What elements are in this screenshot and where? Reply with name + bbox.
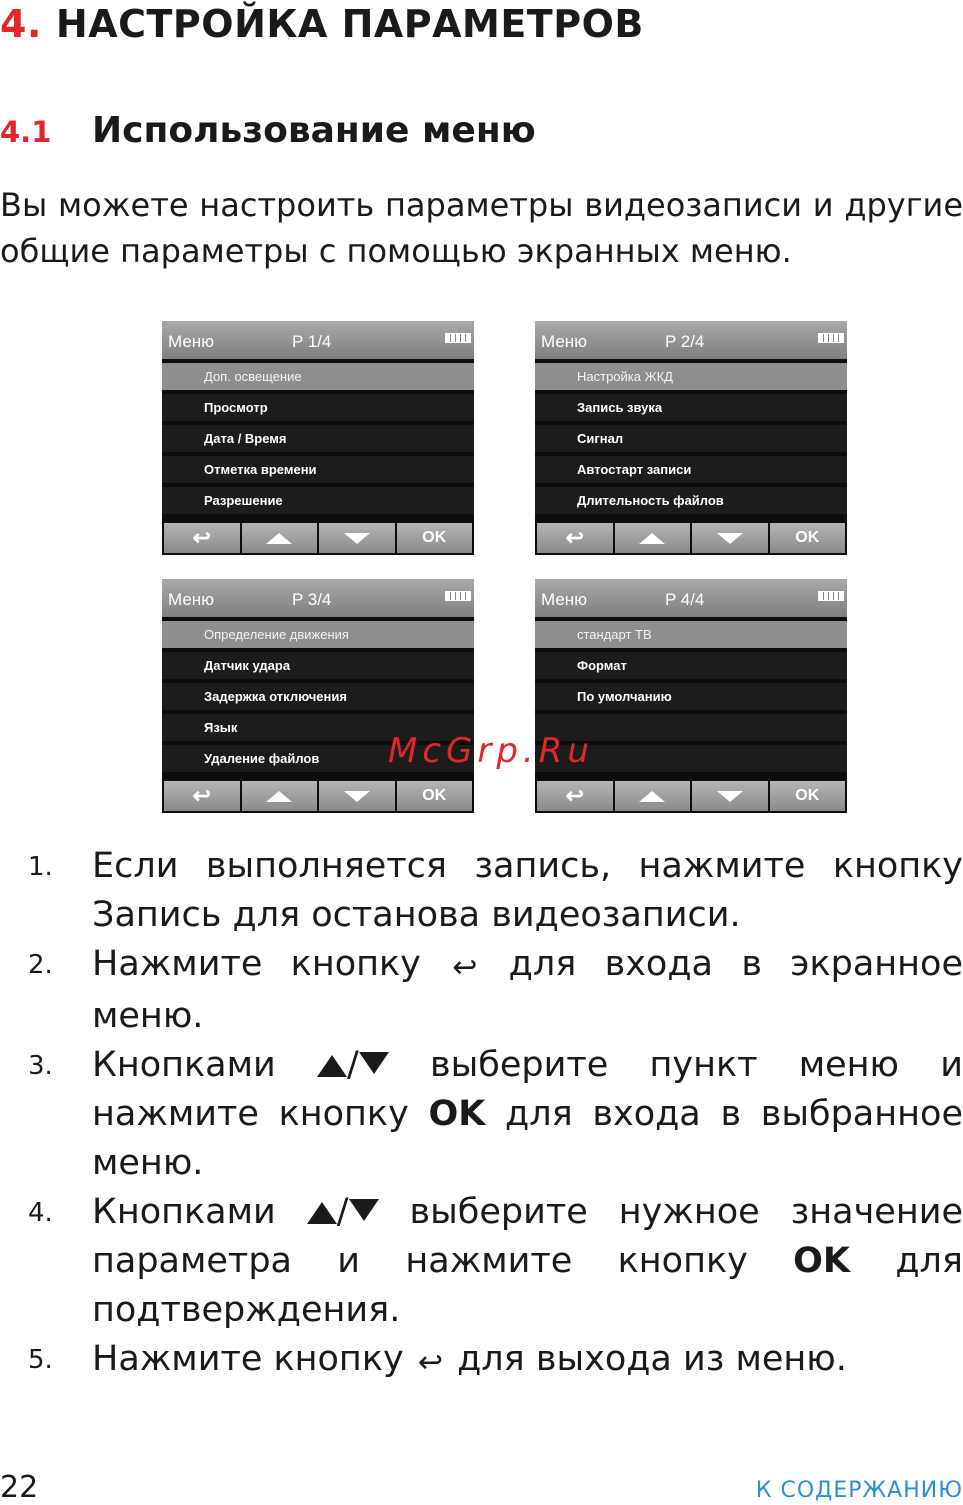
step-item: 1. Если выполняется запись, нажмите кноп… bbox=[0, 842, 963, 940]
screen-page: P 3/4 bbox=[292, 590, 332, 609]
up-button bbox=[241, 523, 317, 553]
screen-header: Меню P 2/4 bbox=[535, 321, 847, 359]
step-number: 2. bbox=[28, 950, 53, 980]
up-arrow-icon bbox=[639, 532, 666, 544]
step-item: 5. Нажмите кнопку ↩ для выхода из меню. bbox=[0, 1335, 963, 1387]
step-text: Кнопками bbox=[92, 1045, 276, 1085]
back-button: ↩ bbox=[164, 781, 240, 811]
section-heading: 4. НАСТРОЙКА ПАРАМЕТРОВ bbox=[0, 2, 644, 46]
up-button bbox=[241, 781, 317, 811]
ok-label: OK bbox=[793, 1241, 851, 1281]
steps-list: 1. Если выполняется запись, нажмите кноп… bbox=[0, 842, 963, 1387]
down-arrow-icon bbox=[343, 790, 370, 802]
down-arrow-icon bbox=[716, 790, 743, 802]
step-item: 2. Нажмите кнопку ↩ для входа в экранное… bbox=[0, 940, 963, 1041]
step-text: Кнопками bbox=[92, 1192, 276, 1232]
back-button: ↩ bbox=[537, 781, 613, 811]
screen-menu-title: Меню bbox=[541, 590, 587, 609]
menu-item: По умолчанию bbox=[535, 683, 847, 710]
up-button bbox=[614, 781, 690, 811]
screen-header: Меню P 1/4 bbox=[162, 321, 474, 359]
down-arrow-icon bbox=[716, 532, 743, 544]
up-arrow-icon bbox=[306, 1202, 337, 1224]
subsection-number: 4.1 bbox=[0, 115, 52, 149]
step-number: 1. bbox=[28, 852, 53, 882]
menu-screen-4: Меню P 4/4 стандарт ТВ Формат По умолчан… bbox=[535, 579, 847, 813]
menu-item: Задержка отключения bbox=[162, 683, 474, 710]
down-button bbox=[692, 523, 768, 553]
screen-menu-title: Меню bbox=[168, 590, 214, 609]
back-icon: ↩ bbox=[565, 783, 584, 808]
step-text: Нажмите кнопку bbox=[92, 1339, 404, 1379]
ok-button: OK bbox=[769, 781, 845, 811]
menu-item: Доп. освещение bbox=[162, 363, 474, 390]
battery-icon bbox=[818, 591, 844, 601]
battery-icon bbox=[445, 591, 471, 601]
ok-button: OK bbox=[396, 781, 472, 811]
step-number: 5. bbox=[28, 1345, 53, 1375]
ok-button: OK bbox=[769, 523, 845, 553]
screen-page: P 1/4 bbox=[292, 332, 332, 351]
menu-item: Сигнал bbox=[535, 425, 847, 452]
screen-page: P 4/4 bbox=[665, 590, 705, 609]
battery-icon bbox=[818, 333, 844, 343]
menu-item: Просмотр bbox=[162, 394, 474, 421]
screen-header: Меню P 4/4 bbox=[535, 579, 847, 617]
down-button bbox=[319, 781, 395, 811]
up-arrow-icon bbox=[317, 1055, 347, 1077]
up-arrow-icon bbox=[266, 532, 293, 544]
table-of-contents-link[interactable]: К СОДЕРЖАНИЮ bbox=[756, 1478, 963, 1503]
down-button bbox=[319, 523, 395, 553]
screen-menu-title: Меню bbox=[168, 332, 214, 351]
down-button bbox=[692, 781, 768, 811]
page-number: 22 bbox=[0, 1470, 39, 1505]
up-arrow-icon bbox=[639, 790, 666, 802]
section-title: НАСТРОЙКА ПАРАМЕТРОВ bbox=[55, 2, 644, 46]
menu-item: Запись звука bbox=[535, 394, 847, 421]
subsection-title: Использование меню bbox=[92, 110, 536, 151]
menu-item: Дата / Время bbox=[162, 425, 474, 452]
intro-paragraph: Вы можете настроить параметры видеозапис… bbox=[0, 186, 963, 270]
step-text: для выхода из меню. bbox=[457, 1339, 847, 1379]
ok-label: OK bbox=[428, 1094, 486, 1134]
back-icon: ↩ bbox=[417, 1345, 443, 1380]
up-button bbox=[614, 523, 690, 553]
menu-item: стандарт ТВ bbox=[535, 621, 847, 648]
down-arrow-icon bbox=[348, 1199, 379, 1221]
down-arrow-icon bbox=[343, 532, 370, 544]
back-icon: ↩ bbox=[565, 525, 584, 550]
back-icon: ↩ bbox=[192, 525, 211, 550]
menu-item: Разрешение bbox=[162, 487, 474, 514]
menu-screen-2: Меню P 2/4 Настройка ЖКД Запись звука Си… bbox=[535, 321, 847, 555]
step-number: 3. bbox=[28, 1051, 53, 1081]
ok-button: OK bbox=[396, 523, 472, 553]
watermark: McGrp.Ru bbox=[388, 731, 594, 771]
screen-page: P 2/4 bbox=[665, 332, 705, 351]
step-item: 3. Кнопками / выберите пункт меню и нажм… bbox=[0, 1041, 963, 1188]
battery-icon bbox=[445, 333, 471, 343]
back-button: ↩ bbox=[164, 523, 240, 553]
menu-item: Датчик удара bbox=[162, 652, 474, 679]
screen-menu-title: Меню bbox=[541, 332, 587, 351]
step-item: 4. Кнопками / выберите нужное значение п… bbox=[0, 1188, 963, 1335]
back-button: ↩ bbox=[537, 523, 613, 553]
menu-screen-3: Меню P 3/4 Определение движения Датчик у… bbox=[162, 579, 474, 813]
subsection-heading: 4.1 Использование меню bbox=[0, 110, 536, 151]
back-icon: ↩ bbox=[452, 950, 478, 985]
menu-item: Настройка ЖКД bbox=[535, 363, 847, 390]
menu-screen-1: Меню P 1/4 Доп. освещение Просмотр Дата … bbox=[162, 321, 474, 555]
menu-item: Отметка времени bbox=[162, 456, 474, 483]
step-number: 4. bbox=[28, 1198, 53, 1228]
down-arrow-icon bbox=[358, 1052, 389, 1074]
step-text: Нажмите кнопку bbox=[92, 944, 421, 984]
up-arrow-icon bbox=[266, 790, 293, 802]
menu-item: Длительность файлов bbox=[535, 487, 847, 514]
menu-item: Автостарт записи bbox=[535, 456, 847, 483]
step-text: Если выполняется запись, нажмите кнопку … bbox=[92, 846, 963, 935]
section-number: 4. bbox=[0, 2, 42, 46]
menu-item: Определение движения bbox=[162, 621, 474, 648]
back-icon: ↩ bbox=[192, 783, 211, 808]
menu-item: Формат bbox=[535, 652, 847, 679]
screen-header: Меню P 3/4 bbox=[162, 579, 474, 617]
